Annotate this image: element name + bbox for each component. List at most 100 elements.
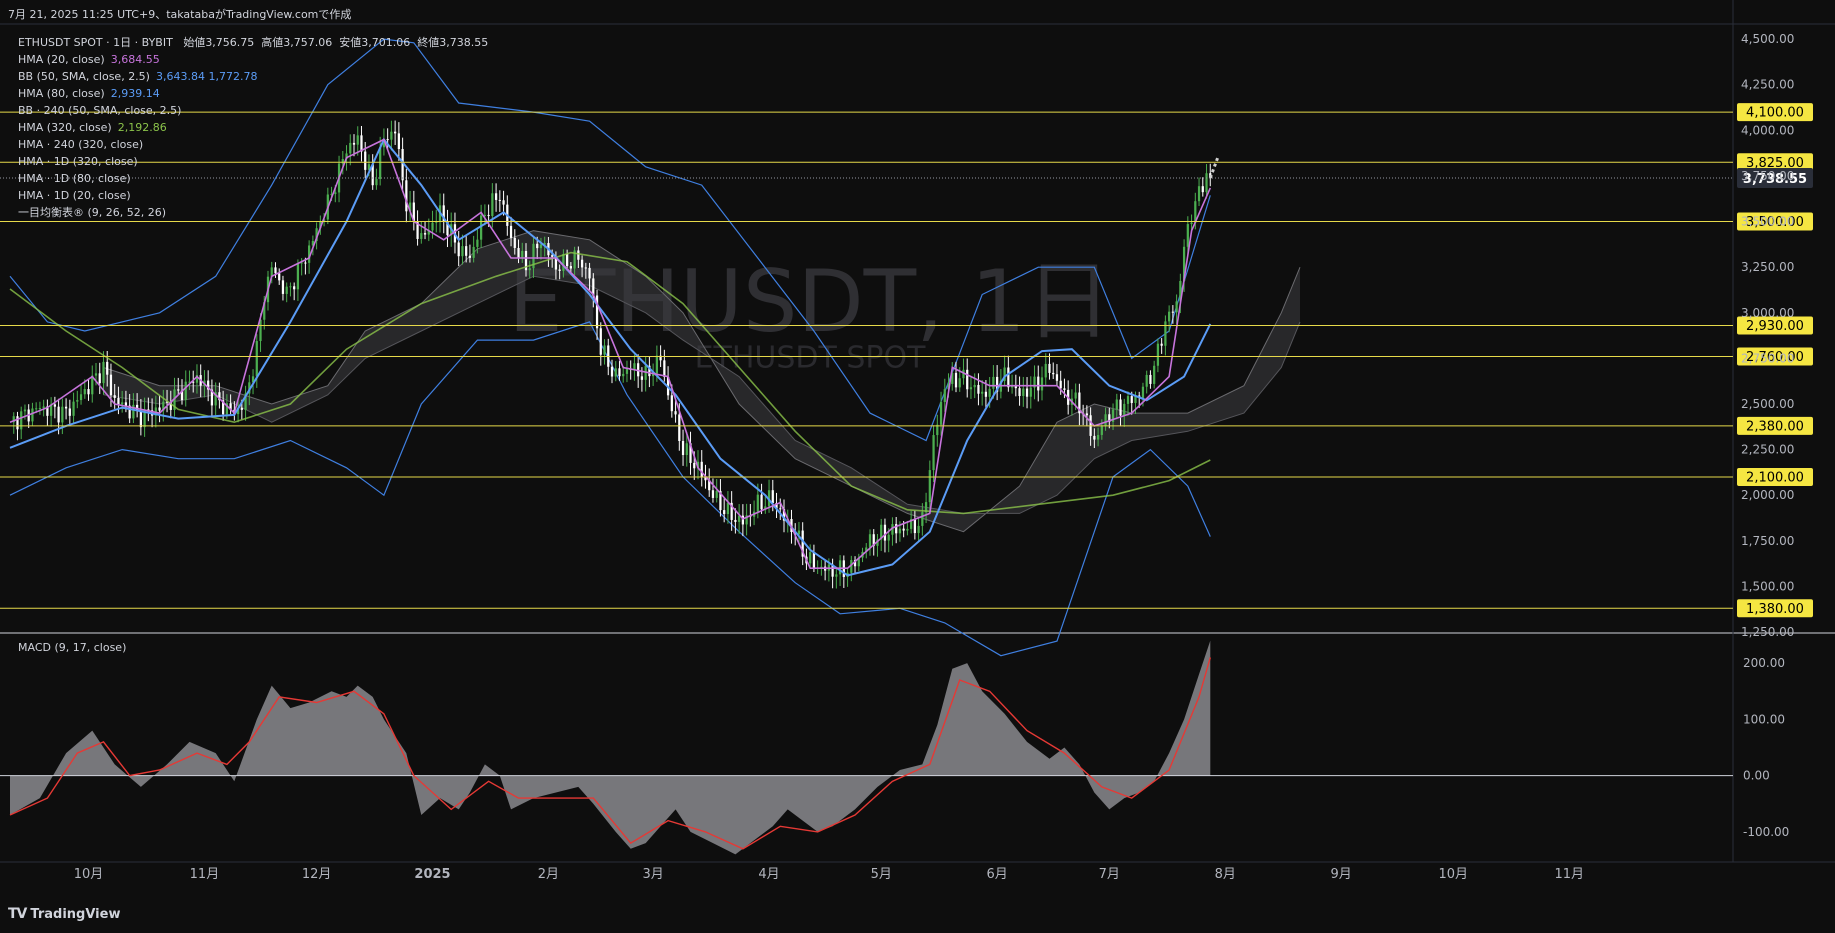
candle-body	[1029, 387, 1032, 397]
candle-body	[1022, 388, 1025, 397]
candle-body	[988, 388, 991, 397]
symbol-ohlc-row[interactable]: ETHUSDT SPOT · 1日 · BYBIT 始値3,756.75 高値3…	[18, 34, 488, 51]
candle-body	[98, 373, 101, 384]
candle-body	[1130, 396, 1133, 404]
candle-body	[274, 267, 277, 274]
candle-body	[509, 225, 513, 238]
candle-body	[558, 269, 561, 271]
time-tick-label: 11月	[1554, 867, 1584, 882]
tradingview-footer[interactable]: TV TradingView	[8, 906, 120, 922]
candle-body	[158, 407, 161, 411]
time-tick-label: 12月	[302, 867, 332, 882]
time-tick-label: 6月	[986, 867, 1007, 882]
price-tick-label: 2,500.00	[1741, 397, 1794, 411]
time-tick-label: 8月	[1215, 867, 1236, 882]
candle-body	[184, 381, 187, 401]
candle-body	[1197, 186, 1201, 202]
candle-body	[517, 247, 520, 259]
indicator-row[interactable]: HMA · 240 (320, close)	[18, 136, 488, 153]
candle-body	[640, 376, 644, 380]
time-tick-label: 5月	[871, 867, 892, 882]
candle-body	[113, 395, 116, 398]
candle-body	[1059, 380, 1062, 389]
candle-body	[20, 411, 23, 430]
candle-body	[139, 410, 142, 428]
indicator-name: HMA · 240 (320, close)	[18, 138, 144, 151]
indicator-name: HMA (20, close)	[18, 53, 105, 66]
indicator-row[interactable]: HMA · 1D (20, close)	[18, 187, 488, 204]
price-tick-label: 4,250.00	[1741, 78, 1794, 92]
candle-body	[678, 414, 681, 441]
macd-tick-label: 200.00	[1743, 656, 1785, 670]
candle-body	[898, 528, 902, 534]
created-by-caption: 7月 21, 2025 11:25 UTC+9、takatabaがTrading…	[8, 8, 352, 21]
indicator-name: HMA · 1D (320, close)	[18, 155, 138, 168]
candle-body	[461, 246, 464, 257]
indicator-row[interactable]: HMA (20, close) 3,684.55	[18, 51, 488, 68]
candle-body	[700, 461, 703, 477]
candle-body	[1190, 222, 1193, 225]
candle-body	[883, 524, 887, 541]
macd-label[interactable]: MACD (9, 17, close)	[18, 641, 126, 654]
indicator-row[interactable]: 一目均衡表® (9, 26, 52, 26)	[18, 204, 488, 221]
indicator-name: HMA · 1D (80, close)	[18, 172, 131, 185]
candle-body	[472, 246, 475, 258]
candle-body	[618, 368, 621, 377]
candle-body	[932, 435, 935, 471]
candle-body	[1010, 386, 1014, 388]
candle-body	[124, 402, 128, 406]
candle-body	[760, 494, 763, 510]
candle-body	[625, 368, 629, 374]
candle-body	[1007, 367, 1010, 388]
candle-body	[1093, 435, 1096, 440]
indicator-row[interactable]: HMA (320, close) 2,192.86	[18, 119, 488, 136]
time-tick-label: 9月	[1330, 867, 1351, 882]
candle-body	[53, 404, 56, 407]
tradingview-brand: TradingView	[30, 906, 121, 922]
candle-body	[539, 244, 543, 249]
candle-body	[756, 494, 759, 512]
candle-body	[984, 391, 988, 397]
candle-body	[584, 267, 587, 269]
candle-body	[580, 259, 584, 268]
price-tick-label: 2,000.00	[1741, 488, 1794, 502]
candle-body	[577, 250, 580, 260]
open-label: 始値	[183, 36, 206, 49]
candle-body	[992, 376, 995, 389]
level-label: 4,100.00	[1746, 106, 1804, 121]
indicator-row[interactable]: BB (50, SMA, close, 2.5) 3,643.84 1,772.7…	[18, 68, 488, 85]
price-tick-label: 3,000.00	[1741, 306, 1794, 320]
indicator-value: 3,684.55	[110, 53, 160, 66]
candle-body	[734, 519, 737, 522]
candle-body	[723, 510, 726, 515]
candle-body	[1171, 311, 1174, 313]
candle-body	[1205, 173, 1208, 193]
time-tick-label: 2月	[538, 867, 559, 882]
time-tick-label: 2025	[414, 867, 450, 882]
candle-body	[1186, 224, 1189, 247]
candle-body	[304, 262, 307, 264]
candle-body	[1119, 399, 1122, 416]
price-tick-label: 1,750.00	[1741, 534, 1794, 548]
candle-body	[281, 280, 285, 294]
candle-body	[296, 263, 300, 290]
candle-body	[1063, 388, 1066, 390]
symbol-label: ETHUSDT SPOT · 1日 · BYBIT	[18, 36, 173, 49]
candle-body	[240, 407, 243, 410]
candle-body	[1096, 434, 1100, 440]
candle-body	[38, 408, 42, 410]
indicator-row[interactable]: HMA (80, close) 2,939.14	[18, 85, 488, 102]
candle-body	[1040, 377, 1044, 391]
indicator-row[interactable]: BB · 240 (50, SMA, close, 2.5)	[18, 102, 488, 119]
candle-body	[1085, 413, 1088, 416]
candle-body	[1145, 374, 1148, 387]
candle-body	[117, 397, 120, 405]
candle-body	[966, 369, 969, 390]
indicator-row[interactable]: HMA · 1D (320, close)	[18, 153, 488, 170]
indicator-row[interactable]: HMA · 1D (80, close)	[18, 170, 488, 187]
candle-body	[102, 361, 105, 384]
close-value: 3,738.55	[439, 36, 489, 49]
level-label: 2,100.00	[1746, 470, 1804, 485]
candle-body	[1074, 392, 1077, 399]
candle-body	[177, 389, 180, 391]
